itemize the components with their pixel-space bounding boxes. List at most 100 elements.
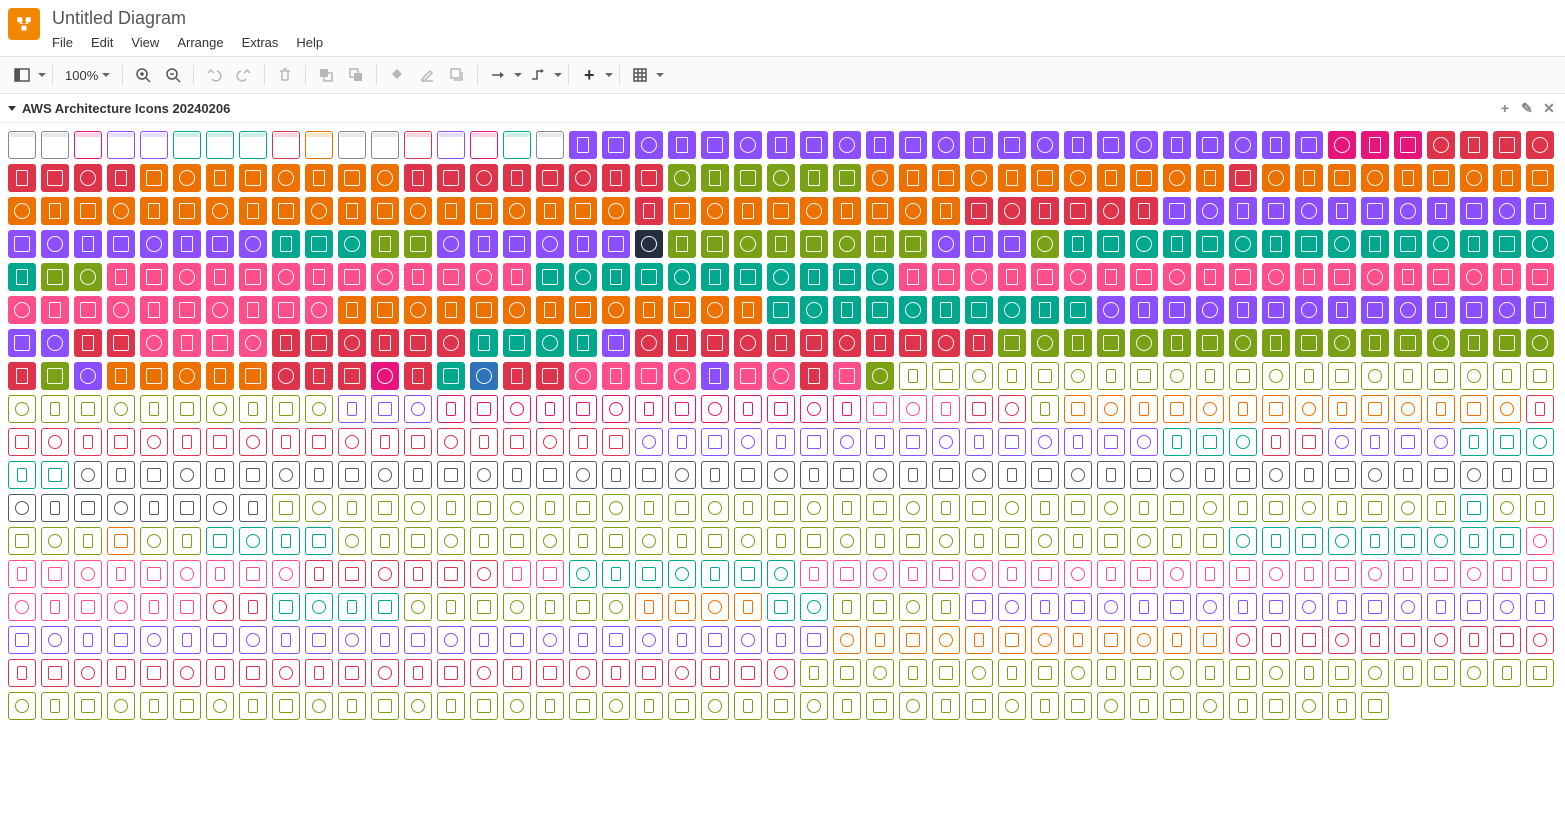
- shape-icon[interactable]: [701, 626, 729, 654]
- shape-icon[interactable]: [272, 461, 300, 489]
- shape-icon[interactable]: [1130, 131, 1158, 159]
- shape-icon[interactable]: [1196, 494, 1224, 522]
- shape-icon[interactable]: [1493, 164, 1521, 192]
- shape-icon[interactable]: [866, 197, 894, 225]
- menu-edit[interactable]: Edit: [91, 35, 113, 50]
- shape-icon[interactable]: [1064, 527, 1092, 555]
- shape-icon[interactable]: [932, 527, 960, 555]
- shape-icon[interactable]: [1064, 461, 1092, 489]
- shape-icon[interactable]: [371, 626, 399, 654]
- shape-icon[interactable]: [1097, 329, 1125, 357]
- shape-icon[interactable]: [998, 263, 1026, 291]
- shape-icon[interactable]: [8, 362, 36, 390]
- shape-icon[interactable]: [1196, 659, 1224, 687]
- shape-icon[interactable]: [998, 296, 1026, 324]
- shape-icon[interactable]: [1427, 560, 1455, 588]
- shape-icon[interactable]: [767, 197, 795, 225]
- shape-icon[interactable]: [1031, 230, 1059, 258]
- shape-icon[interactable]: [998, 593, 1026, 621]
- shape-icon[interactable]: [503, 263, 531, 291]
- shadow-button[interactable]: [443, 61, 471, 89]
- shape-icon[interactable]: [569, 329, 597, 357]
- redo-button[interactable]: [230, 61, 258, 89]
- shape-icon[interactable]: [1064, 329, 1092, 357]
- shape-icon[interactable]: [1493, 197, 1521, 225]
- shape-icon[interactable]: [668, 362, 696, 390]
- shape-icon[interactable]: [74, 197, 102, 225]
- menu-view[interactable]: View: [131, 35, 159, 50]
- shape-icon[interactable]: [1460, 494, 1488, 522]
- shape-icon[interactable]: [1394, 461, 1422, 489]
- shape-icon[interactable]: [767, 131, 795, 159]
- shape-icon[interactable]: [371, 527, 399, 555]
- shape-icon[interactable]: [8, 626, 36, 654]
- shape-icon[interactable]: [767, 494, 795, 522]
- shape-icon[interactable]: [932, 263, 960, 291]
- shape-icon[interactable]: [536, 692, 564, 720]
- shape-icon[interactable]: [1328, 626, 1356, 654]
- shape-icon[interactable]: [1526, 362, 1554, 390]
- shape-icon[interactable]: [107, 296, 135, 324]
- shape-icon[interactable]: [536, 329, 564, 357]
- shape-icon[interactable]: [140, 329, 168, 357]
- shape-icon[interactable]: [107, 461, 135, 489]
- shape-icon[interactable]: [800, 263, 828, 291]
- shape-icon[interactable]: [1196, 527, 1224, 555]
- shape-icon[interactable]: [1163, 164, 1191, 192]
- shape-icon[interactable]: [1328, 428, 1356, 456]
- shape-icon[interactable]: [932, 626, 960, 654]
- shape-icon[interactable]: [800, 197, 828, 225]
- shape-icon[interactable]: [602, 527, 630, 555]
- shape-icon[interactable]: [800, 296, 828, 324]
- shape-icon[interactable]: [140, 494, 168, 522]
- insert-button[interactable]: +: [575, 61, 603, 89]
- shape-icon[interactable]: [866, 263, 894, 291]
- shape-icon[interactable]: [470, 197, 498, 225]
- shape-icon[interactable]: [932, 329, 960, 357]
- shape-icon[interactable]: [305, 593, 333, 621]
- shape-icon[interactable]: [569, 593, 597, 621]
- shape-icon[interactable]: [1460, 461, 1488, 489]
- shape-icon[interactable]: [503, 230, 531, 258]
- shape-icon[interactable]: [767, 626, 795, 654]
- shape-icon[interactable]: [173, 296, 201, 324]
- shape-icon[interactable]: [1163, 494, 1191, 522]
- shape-icon[interactable]: [1097, 263, 1125, 291]
- shape-icon[interactable]: [635, 461, 663, 489]
- shape-icon[interactable]: [965, 362, 993, 390]
- shape-icon[interactable]: [1097, 395, 1125, 423]
- shape-icon[interactable]: [701, 329, 729, 357]
- shape-icon[interactable]: [866, 131, 894, 159]
- shape-icon[interactable]: [140, 296, 168, 324]
- shape-icon[interactable]: [1196, 164, 1224, 192]
- shape-icon[interactable]: [8, 395, 36, 423]
- shape-icon[interactable]: [1460, 395, 1488, 423]
- shape-icon[interactable]: [1163, 131, 1191, 159]
- shape-icon[interactable]: [503, 428, 531, 456]
- shape-icon[interactable]: [1130, 197, 1158, 225]
- shape-icon[interactable]: [41, 296, 69, 324]
- shape-icon[interactable]: [1361, 560, 1389, 588]
- shape-icon[interactable]: [899, 230, 927, 258]
- fill-color-button[interactable]: [383, 61, 411, 89]
- insert-caret[interactable]: [605, 73, 613, 77]
- shape-icon[interactable]: [800, 692, 828, 720]
- shape-icon[interactable]: [866, 626, 894, 654]
- shape-icon[interactable]: [470, 329, 498, 357]
- shape-icon[interactable]: [371, 197, 399, 225]
- shape-icon[interactable]: [1196, 461, 1224, 489]
- shape-icon[interactable]: [1262, 461, 1290, 489]
- shape-icon[interactable]: [800, 164, 828, 192]
- shape-icon[interactable]: [701, 560, 729, 588]
- shape-icon[interactable]: [668, 626, 696, 654]
- shape-icon[interactable]: [338, 692, 366, 720]
- shape-icon[interactable]: [734, 659, 762, 687]
- shape-icon[interactable]: [173, 527, 201, 555]
- shape-icon[interactable]: [1196, 428, 1224, 456]
- shape-icon[interactable]: [1262, 230, 1290, 258]
- shape-icon[interactable]: [140, 131, 168, 159]
- shape-icon[interactable]: [701, 659, 729, 687]
- shape-icon[interactable]: [1394, 362, 1422, 390]
- shape-icon[interactable]: [8, 329, 36, 357]
- shape-icon[interactable]: [1262, 296, 1290, 324]
